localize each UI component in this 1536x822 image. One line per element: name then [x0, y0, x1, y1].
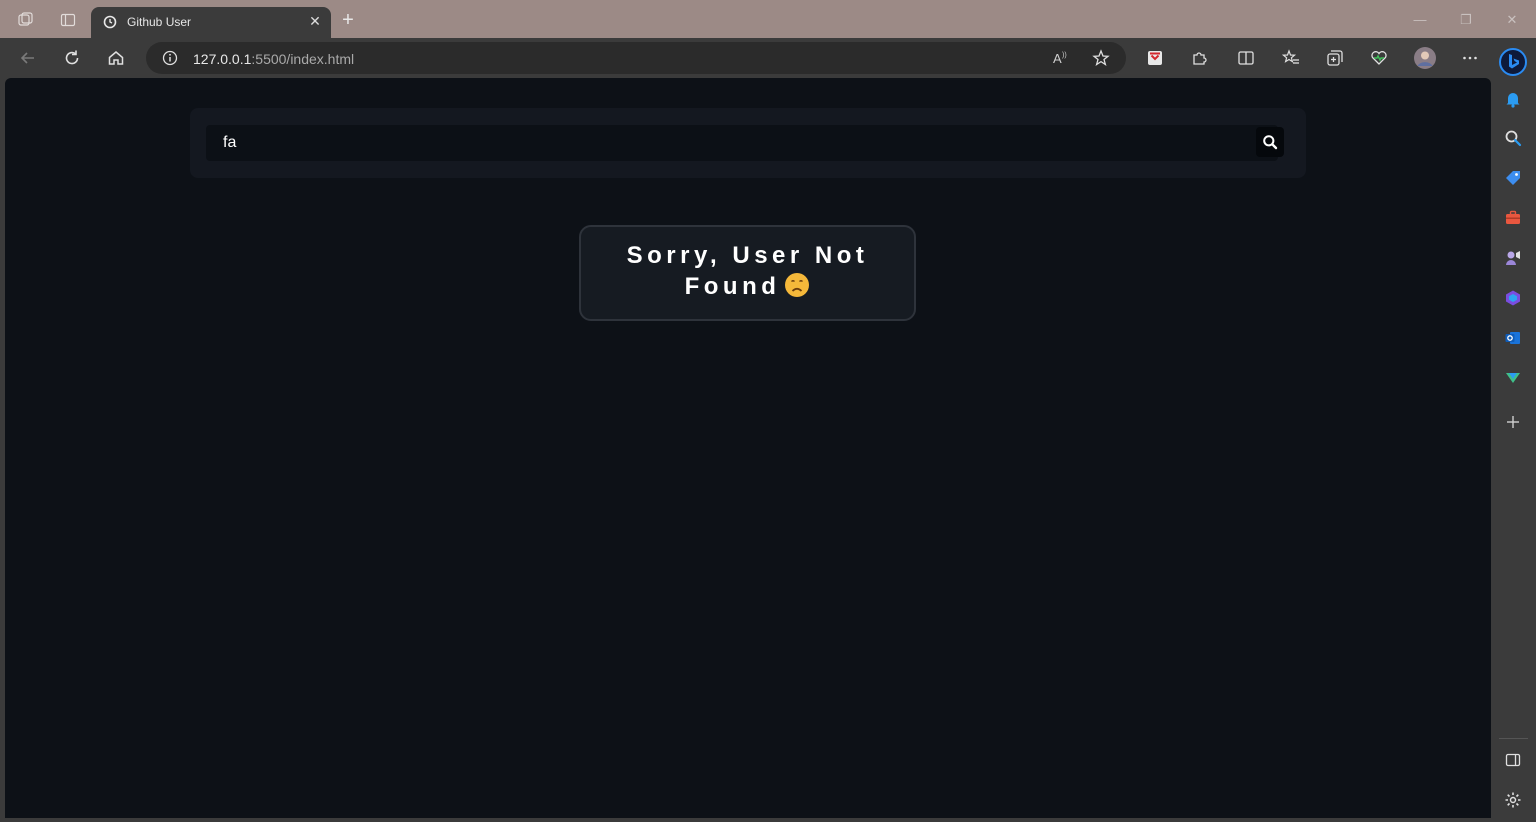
tab-favicon-icon — [103, 15, 117, 29]
more-menu-icon[interactable] — [1459, 47, 1481, 69]
svg-text:A: A — [1053, 51, 1062, 66]
refresh-icon[interactable] — [61, 47, 83, 69]
search-icon — [1263, 135, 1278, 150]
tab-close-icon[interactable]: ✕ — [307, 13, 323, 29]
search-button[interactable] — [1256, 127, 1284, 157]
search-container — [190, 108, 1306, 178]
url-host: 127.0.0.1 — [193, 51, 252, 67]
minimize-icon[interactable]: — — [1410, 10, 1430, 30]
restore-icon[interactable]: ❐ — [1456, 10, 1476, 30]
tab-title: Github User — [127, 15, 192, 29]
vertical-tabs-icon[interactable] — [60, 12, 76, 28]
tools-briefcase-icon[interactable] — [1503, 208, 1523, 228]
new-tab-icon[interactable]: + — [338, 10, 358, 30]
add-sidebar-app-icon[interactable] — [1503, 412, 1523, 432]
sidebar-divider — [1499, 738, 1528, 739]
address-bar[interactable]: 127.0.0.1:5500/index.html A)) — [146, 42, 1126, 74]
extensions-icon[interactable] — [1188, 47, 1210, 69]
sidebar-search-icon[interactable] — [1503, 128, 1523, 148]
hide-sidebar-icon[interactable] — [1503, 750, 1523, 770]
user-not-found-message: Sorry, User Not Found — [581, 240, 914, 306]
sad-face-icon — [784, 272, 810, 306]
profile-avatar[interactable] — [1414, 47, 1436, 69]
page-viewport: Sorry, User Not Found — [5, 78, 1491, 818]
site-info-icon[interactable] — [162, 50, 178, 66]
close-window-icon[interactable]: ✕ — [1502, 10, 1522, 30]
collections-icon[interactable] — [1324, 47, 1346, 69]
user-not-found-card: Sorry, User Not Found — [579, 225, 916, 321]
tab-github-user[interactable]: Github User ✕ — [91, 7, 331, 38]
home-icon[interactable] — [105, 47, 127, 69]
sidebar-settings-gear-icon[interactable] — [1503, 790, 1523, 810]
back-icon[interactable] — [17, 47, 39, 69]
url-path: :5500/index.html — [251, 51, 355, 67]
pocket-icon[interactable] — [1144, 47, 1166, 69]
drop-icon[interactable] — [1503, 368, 1523, 388]
error-message-text: Sorry, User Not Found — [626, 242, 869, 300]
svg-text:)): )) — [1062, 52, 1067, 59]
bing-copilot-icon[interactable] — [1499, 48, 1527, 76]
games-icon[interactable] — [1503, 248, 1523, 268]
workspaces-icon[interactable] — [18, 12, 34, 28]
favorite-star-icon[interactable] — [1090, 47, 1112, 69]
notifications-bell-icon[interactable] — [1503, 89, 1523, 109]
split-screen-icon[interactable] — [1235, 47, 1257, 69]
url-text: 127.0.0.1:5500/index.html — [193, 51, 354, 67]
shopping-tag-icon[interactable] — [1503, 168, 1523, 188]
read-aloud-icon[interactable]: A)) — [1050, 47, 1072, 69]
favorites-icon[interactable] — [1280, 47, 1302, 69]
browser-toolbar: 127.0.0.1:5500/index.html A)) — [0, 38, 1536, 78]
edge-sidebar — [1491, 38, 1536, 822]
microsoft-365-icon[interactable] — [1503, 288, 1523, 308]
outlook-icon[interactable] — [1503, 328, 1523, 348]
browser-essentials-icon[interactable] — [1368, 47, 1390, 69]
search-input[interactable] — [206, 125, 1278, 161]
title-bar: Github User ✕ + — ❐ ✕ — [0, 0, 1536, 38]
